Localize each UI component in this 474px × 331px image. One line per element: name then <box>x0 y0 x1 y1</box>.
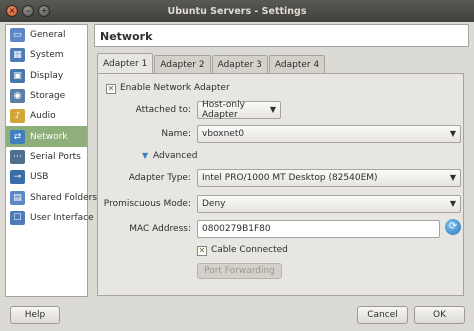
promiscuous-mode-select[interactable]: Deny ▼ <box>197 195 461 213</box>
dropdown-arrow-icon: ▼ <box>449 129 456 138</box>
usb-icon: ⊸ <box>10 170 25 185</box>
attached-to-label: Attached to: <box>135 105 191 115</box>
name-value: vboxnet0 <box>202 129 245 139</box>
sidebar-item-label: Network <box>30 131 68 142</box>
sidebar-item-label: Shared Folders <box>30 192 98 203</box>
sidebar-item-label: General <box>30 30 66 41</box>
minimize-window-button[interactable]: – <box>22 5 34 17</box>
close-window-button[interactable]: × <box>6 5 18 17</box>
sidebar-item-display[interactable]: ▣ Display <box>6 66 87 86</box>
name-label: Name: <box>161 129 191 139</box>
help-button[interactable]: Help <box>10 306 60 324</box>
user-interface-icon: ☐ <box>10 210 25 225</box>
tab-adapter-1[interactable]: Adapter 1 <box>97 53 154 73</box>
dropdown-arrow-icon: ▼ <box>449 199 456 208</box>
sidebar-item-label: Audio <box>30 111 56 122</box>
dropdown-arrow-icon: ▼ <box>449 173 456 182</box>
page-title: Network <box>94 24 469 47</box>
refresh-mac-icon[interactable]: ⟳ <box>445 219 461 235</box>
sidebar-item-network[interactable]: ⇄ Network <box>6 126 87 147</box>
settings-content: Network Adapter 1 Adapter 2 Adapter 3 Ad… <box>94 24 469 297</box>
advanced-expander[interactable]: Advanced <box>153 151 197 161</box>
enable-adapter-label: Enable Network Adapter <box>120 83 230 93</box>
adapter-tabs: Adapter 1 Adapter 2 Adapter 3 Adapter 4 <box>97 53 326 73</box>
dropdown-arrow-icon: ▼ <box>269 105 276 114</box>
sidebar-item-label: USB <box>30 172 49 183</box>
sidebar-item-user-interface[interactable]: ☐ User Interface <box>6 208 94 228</box>
cancel-button[interactable]: Cancel <box>357 306 408 324</box>
settings-sidebar: ▭ General ▦ System ▣ Display ◉ Storage ♪… <box>5 24 97 297</box>
monitor-icon: ▭ <box>10 28 25 43</box>
cable-connected-label: Cable Connected <box>211 245 288 255</box>
sidebar-item-label: System <box>30 50 64 61</box>
expander-arrow-icon[interactable]: ▼ <box>142 151 148 160</box>
mac-address-label: MAC Address: <box>129 224 191 234</box>
serial-port-icon: ⋯ <box>10 149 25 164</box>
sidebar-item-label: Serial Ports <box>30 151 81 162</box>
adapter-panel: ✕ Enable Network Adapter Attached to: Ho… <box>97 73 464 296</box>
tab-adapter-2[interactable]: Adapter 2 <box>154 55 211 73</box>
sidebar-item-label: Display <box>30 70 64 81</box>
maximize-window-button[interactable]: + <box>38 5 50 17</box>
mac-address-value: 0800279B1F80 <box>202 224 271 234</box>
chip-icon: ▦ <box>10 48 25 63</box>
adapter-type-label: Adapter Type: <box>128 173 191 183</box>
tab-adapter-4[interactable]: Adapter 4 <box>268 55 326 73</box>
folder-icon: ▤ <box>10 190 25 205</box>
title-bar: × – + Ubuntu Servers - Settings <box>0 0 474 22</box>
adapter-type-value: Intel PRO/1000 MT Desktop (82540EM) <box>202 173 378 183</box>
promiscuous-mode-label: Promiscuous Mode: <box>103 199 191 209</box>
network-icon: ⇄ <box>10 129 25 144</box>
storage-icon: ◉ <box>10 89 25 104</box>
sidebar-item-general[interactable]: ▭ General <box>6 25 87 45</box>
window-title: Ubuntu Servers - Settings <box>167 5 307 17</box>
display-icon: ▣ <box>10 68 25 83</box>
sidebar-item-label: User Interface <box>30 212 94 223</box>
audio-icon: ♪ <box>10 109 25 124</box>
sidebar-item-system[interactable]: ▦ System <box>6 45 87 65</box>
sidebar-item-label: Storage <box>30 91 66 102</box>
cable-connected-checkbox[interactable]: ✕ <box>197 246 207 256</box>
attached-to-value: Host-only Adapter <box>202 100 245 120</box>
sidebar-item-storage[interactable]: ◉ Storage <box>6 86 87 106</box>
tab-adapter-3[interactable]: Adapter 3 <box>211 55 268 73</box>
promiscuous-mode-value: Deny <box>202 199 226 209</box>
port-forwarding-button[interactable]: Port Forwarding <box>197 263 282 279</box>
name-select[interactable]: vboxnet0 ▼ <box>197 125 461 143</box>
sidebar-item-shared-folders[interactable]: ▤ Shared Folders <box>6 187 97 207</box>
sidebar-item-audio[interactable]: ♪ Audio <box>6 106 87 126</box>
mac-address-field[interactable]: 0800279B1F80 <box>197 220 440 238</box>
enable-adapter-checkbox[interactable]: ✕ <box>106 84 116 94</box>
sidebar-item-usb[interactable]: ⊸ USB <box>6 167 87 187</box>
adapter-type-select[interactable]: Intel PRO/1000 MT Desktop (82540EM) ▼ <box>197 169 461 187</box>
window-controls: × – + <box>6 5 50 17</box>
ok-button[interactable]: OK <box>414 306 465 324</box>
attached-to-select[interactable]: Host-only Adapter ▼ <box>197 100 281 120</box>
sidebar-item-serial-ports[interactable]: ⋯ Serial Ports <box>6 147 87 167</box>
